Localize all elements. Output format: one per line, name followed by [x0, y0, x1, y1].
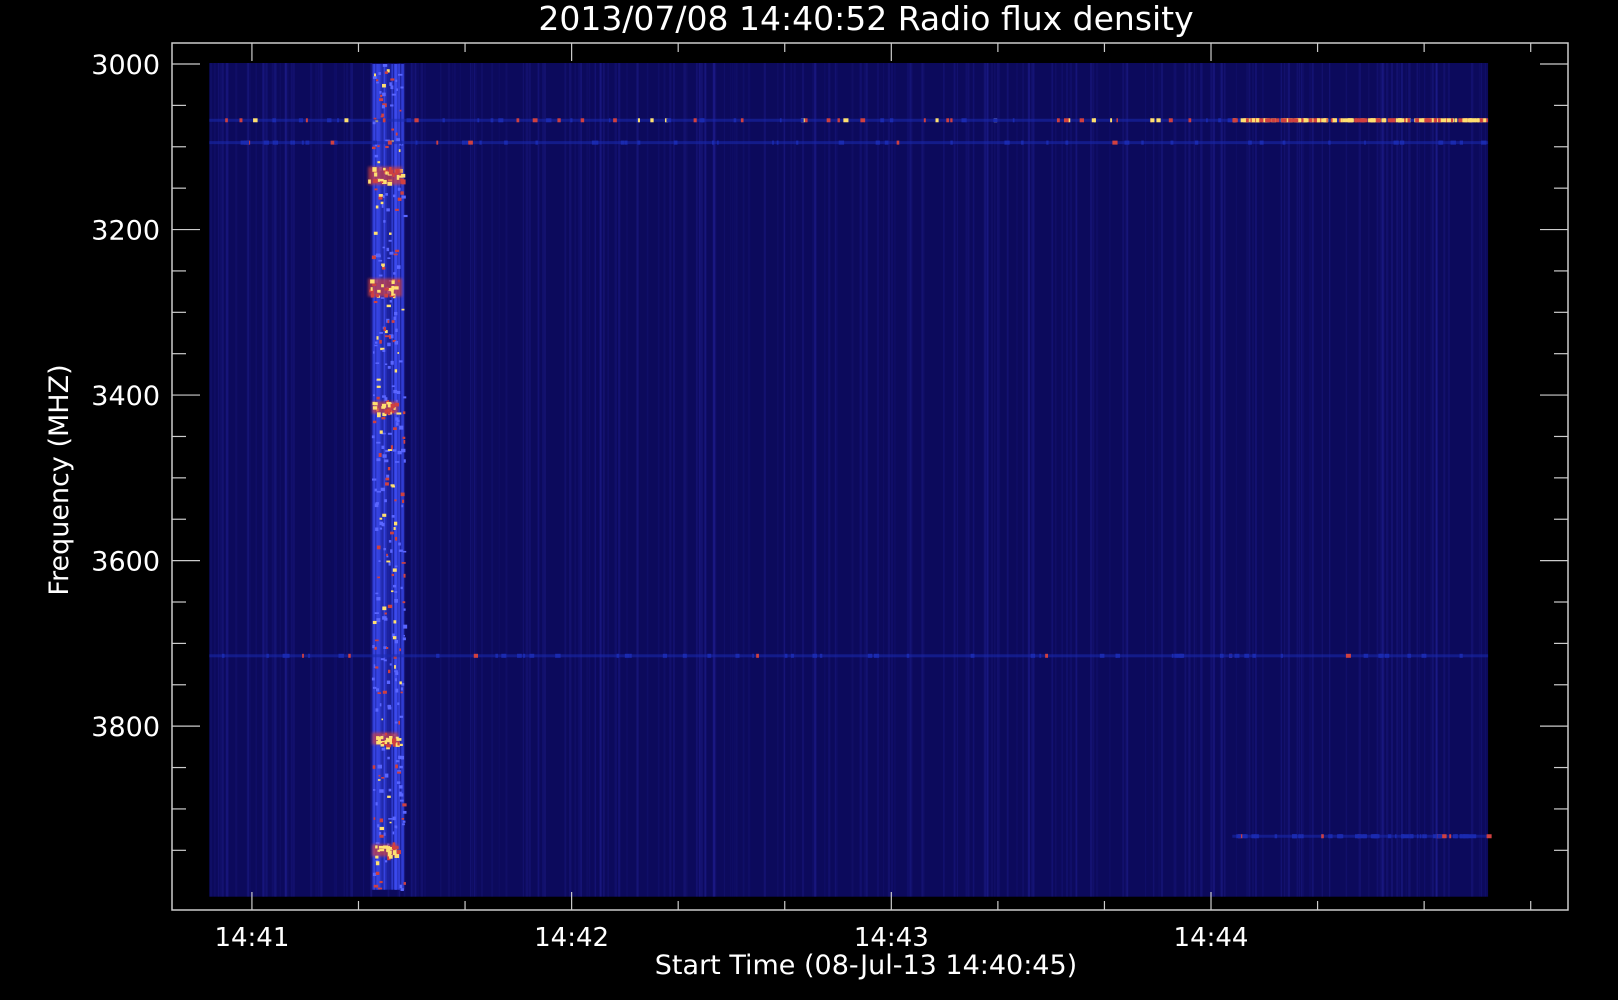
x-tick-label: 14:44	[1174, 923, 1249, 953]
x-tick-label: 14:41	[214, 923, 289, 953]
y-tick-label: 3200	[91, 216, 160, 247]
heatmap-band	[209, 140, 1489, 145]
x-tick-label: 14:43	[854, 923, 929, 953]
y-tick-label: 3600	[91, 547, 160, 578]
burst-spot	[368, 166, 406, 186]
x-tick-label: 14:42	[534, 923, 609, 953]
burst-column	[371, 64, 408, 892]
y-tick-label: 3800	[91, 712, 160, 743]
heatmap-band	[209, 653, 1489, 658]
burst-spot	[368, 278, 403, 299]
chart-title: 2013/07/08 14:40:52 Radio flux density	[538, 0, 1193, 38]
heatmap-band	[1232, 118, 1489, 123]
spectrogram-chart: 2013/07/08 14:40:52 Radio flux density 1…	[44, 0, 1569, 981]
heatmap	[209, 63, 1492, 897]
y-axis-label: Frequency (MHZ)	[44, 364, 75, 595]
heatmap-band	[1232, 834, 1492, 839]
x-axis-label: Start Time (08-Jul-13 14:40:45)	[655, 950, 1077, 981]
y-tick-label: 3400	[91, 381, 160, 412]
y-tick-label: 3000	[91, 50, 160, 81]
